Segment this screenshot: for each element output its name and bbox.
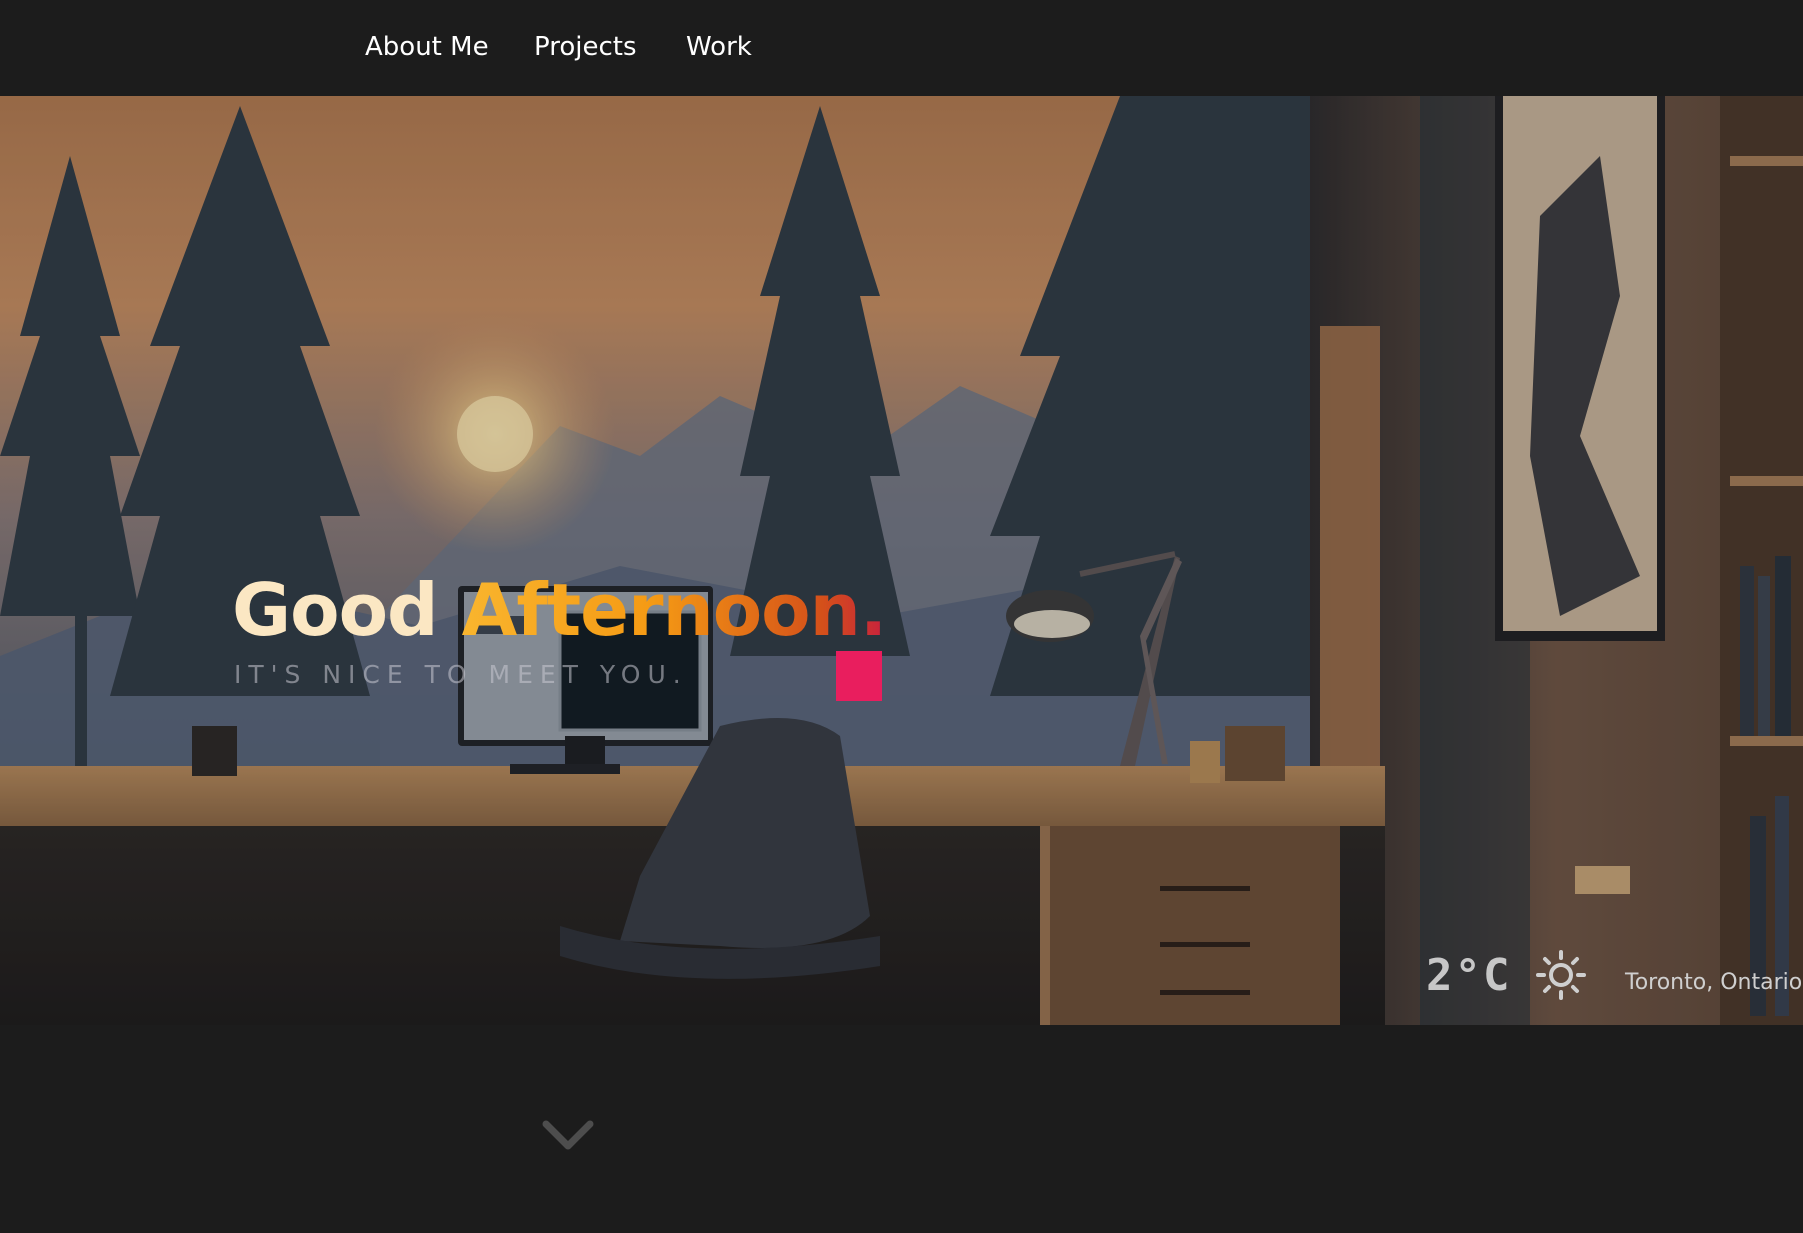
greeting-word-good: Good <box>232 568 439 652</box>
nav-work[interactable]: Work <box>686 30 752 64</box>
greeting-word-afternoon: Afternoon. <box>461 568 888 652</box>
sun-icon <box>1536 950 1586 1000</box>
nav-about-me[interactable]: About Me <box>365 30 489 64</box>
greeting-subtitle: IT'S NICE TO MEET YOU. <box>234 660 688 689</box>
nav-projects[interactable]: Projects <box>534 30 637 64</box>
top-nav: About Me Projects Work <box>0 0 1803 96</box>
weather-temperature: 2°C <box>1426 950 1512 1001</box>
typing-cursor-block <box>836 651 882 701</box>
weather-location: Toronto, Ontario <box>1625 970 1803 995</box>
hero-section: Good Afternoon. IT'S NICE TO MEET YOU. <box>0 96 1803 1025</box>
greeting-heading: Good Afternoon. <box>232 560 888 660</box>
chevron-down-icon[interactable] <box>540 1118 596 1154</box>
